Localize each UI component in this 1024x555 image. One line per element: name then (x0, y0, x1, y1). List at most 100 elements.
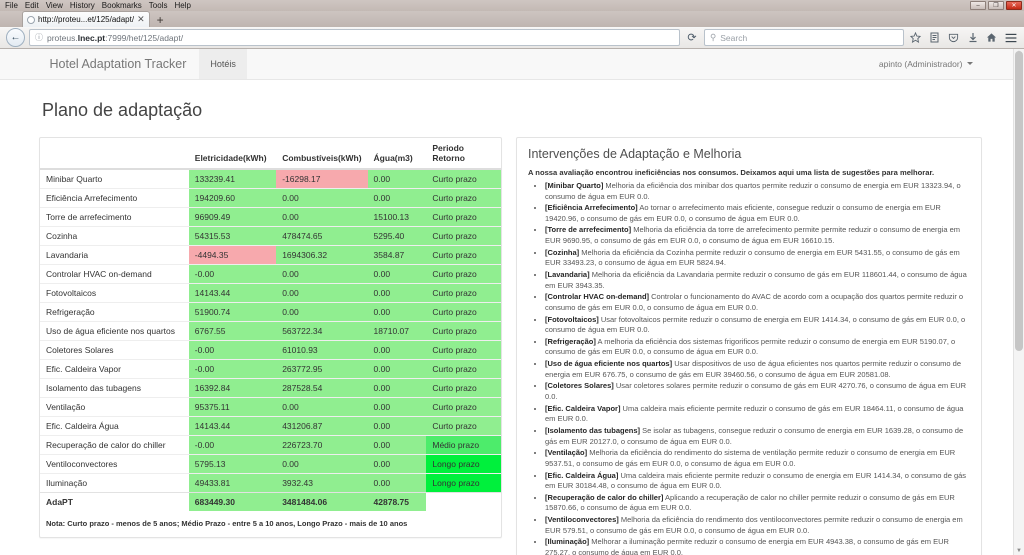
user-menu[interactable]: apinto (Administrador) (879, 49, 977, 79)
pocket-icon[interactable] (946, 30, 961, 46)
home-icon[interactable] (984, 30, 999, 46)
cell-measure-name: Ventiloconvectores (40, 453, 189, 474)
suggestion-item: [Uso de água eficiente nos quartos] Usar… (545, 359, 970, 380)
url-suffix: :7999/het/125/adapt/ (105, 32, 184, 43)
suggestions-heading: Intervenções de Adaptação e Melhoria (528, 146, 742, 161)
cell-combustiveis: 0.00 (276, 453, 368, 474)
cell-measure-name: Torre de arrefecimento (40, 206, 189, 227)
cell-periodo-retorno: Curto prazo (426, 358, 501, 379)
page-scrollbar[interactable]: ▲ ▼ (1013, 48, 1024, 555)
suggestion-tag: [Lavandaria] (545, 269, 590, 279)
cell-eletricidade: 14143.44 (188, 282, 277, 303)
page-favicon-icon (27, 15, 35, 24)
suggestion-item: [Coletores Solares] Usar coletores solar… (545, 381, 970, 402)
cell-agua: 0.00 (367, 453, 427, 474)
app-brand[interactable]: Hotel Adaptation Tracker (37, 49, 200, 79)
menu-view[interactable]: View (46, 0, 63, 11)
cell-measure-name: Efic. Caldeira Vapor (40, 358, 189, 379)
suggestion-item: [Fotovoltaicos] Usar fotovoltaicos permi… (545, 315, 970, 336)
suggestion-item: [Refrigeração] A melhoria da eficiência … (545, 337, 970, 358)
adaptation-table: Eletricidade(kWh) Combustíveis(kWh) Água… (40, 137, 501, 511)
column-header-agua: Água(m3) (367, 137, 427, 170)
cell-periodo-retorno: Curto prazo (426, 206, 501, 227)
table-row: Ventiloconvectores 5795.13 0.00 0.00 Longo p… (40, 453, 501, 474)
menu-edit[interactable]: Edit (25, 0, 39, 11)
cell-periodo-retorno: Curto prazo (426, 282, 501, 303)
table-header-row: Eletricidade(kWh) Combustíveis(kWh) Água… (40, 137, 501, 170)
cell-combustiveis: 3932.43 (276, 472, 368, 493)
cell-combustiveis: 1694306.32 (276, 244, 368, 265)
menu-history[interactable]: History (70, 0, 95, 11)
page-viewport: Hotel Adaptation Tracker Hotéis apinto (… (0, 48, 1024, 555)
tab-title: http://proteu...et/125/adapt/ (38, 15, 135, 24)
table-row: Cozinha 54315.53 478474.65 5295.40 Curto pra… (40, 225, 501, 246)
cell-combustiveis: 0.00 (276, 206, 368, 227)
cell-periodo-retorno: Curto prazo (426, 320, 501, 341)
site-identity-icon[interactable]: ⓘ (35, 32, 43, 43)
search-placeholder: Search (720, 32, 748, 43)
cell-measure-name: Ventilação (40, 396, 189, 417)
downloads-icon[interactable] (965, 30, 980, 46)
cell-periodo-retorno: Curto prazo (426, 377, 501, 398)
cell-combustiveis: 61010.93 (276, 339, 368, 360)
suggestion-text: Usar fotovoltaicos permite reduzir o con… (545, 314, 966, 335)
url-bar[interactable]: ⓘ proteus.lnec.pt:7999/het/125/adapt/ (29, 29, 680, 47)
table-row: Uso de água eficiente nos quartos 6767.55… (40, 320, 501, 341)
reader-mode-icon[interactable] (927, 30, 942, 46)
suggestion-tag: [Uso de água eficiente nos quartos] (545, 359, 673, 369)
search-bar[interactable]: ⚲ Search (704, 29, 904, 47)
cell-eletricidade: 96909.49 (188, 206, 277, 227)
cell-eletricidade: 6767.55 (188, 320, 277, 341)
cell-agua: 18710.07 (367, 320, 427, 341)
suggestion-tag: [Eficiência Arrefecimento] (545, 203, 638, 213)
minimize-button[interactable]: – (970, 1, 986, 10)
suggestion-tag: [Efic. Caldeira Vapor] (545, 403, 621, 413)
suggestion-item: [Eficiência Arrefecimento] Ao tornar o a… (545, 203, 970, 224)
browser-tab[interactable]: http://proteu...et/125/adapt/ ✕ (22, 11, 150, 27)
menu-file[interactable]: File (5, 0, 18, 11)
cell-agua: 0.00 (367, 168, 427, 189)
table-row: Recuperação de calor do chiller -0.00 2267… (40, 434, 501, 455)
close-button[interactable]: ✕ (1006, 1, 1022, 10)
back-button[interactable]: ← (6, 28, 25, 48)
chevron-down-icon (966, 62, 973, 66)
suggestion-text: Melhoria da eficiência do rendimento do … (545, 448, 956, 468)
cell-agua: 0.00 (367, 282, 427, 303)
cell-measure-name: Coletores Solares (40, 339, 189, 360)
cell-agua: 3584.87 (367, 244, 427, 265)
close-icon: ✕ (1011, 2, 1017, 9)
menu-tools[interactable]: Tools (149, 0, 168, 11)
maximize-button[interactable]: ❐ (988, 1, 1004, 10)
nav-tab-hoteis[interactable]: Hotéis (199, 48, 247, 79)
table-row: Isolamento das tubagens 16392.84 287528.54… (40, 377, 501, 398)
table-row: Efic. Caldeira Água 14143.44 431206.87 0.00… (40, 415, 501, 436)
menu-icon[interactable] (1003, 30, 1018, 46)
tab-close-icon[interactable]: ✕ (137, 14, 145, 25)
table-total-row: AdaPT 683449.30 3481484.06 42878.75 (40, 491, 501, 511)
cell-combustiveis: 431206.87 (276, 415, 368, 436)
cell-eletricidade: -0.00 (188, 263, 277, 284)
suggestion-item: [Recuperação de calor do chiller] Aplica… (545, 493, 970, 514)
new-tab-button[interactable]: + (150, 13, 171, 27)
menu-bar[interactable]: File Edit View History Bookmarks Tools H… (0, 0, 191, 11)
cell-periodo-retorno: Curto prazo (426, 301, 501, 322)
table-row: Torre de arrefecimento 96909.49 0.00 15100.… (40, 206, 501, 227)
reload-button[interactable]: ⟳ (684, 30, 700, 46)
menu-help[interactable]: Help (174, 0, 190, 11)
scrollbar-thumb[interactable] (1015, 50, 1023, 351)
cell-measure-name: Iluminação (40, 472, 189, 493)
bookmark-star-icon[interactable] (908, 30, 923, 46)
cell-agua: 0.00 (367, 339, 427, 360)
cell-agua: 0.00 (367, 187, 427, 208)
browser-window: File Edit View History Bookmarks Tools H… (0, 0, 1024, 555)
cell-combustiveis: 0.00 (276, 282, 368, 303)
scroll-down-arrow-icon[interactable]: ▼ (1014, 548, 1024, 554)
table-row: Controlar HVAC on-demand -0.00 0.00 0.00 Cur… (40, 263, 501, 284)
cell-combustiveis: 0.00 (276, 396, 368, 417)
maximize-icon: ❐ (993, 2, 999, 9)
cell-combustiveis: 226723.70 (276, 434, 368, 455)
cell-periodo-retorno: Curto prazo (426, 263, 501, 284)
cell-agua: 0.00 (367, 415, 427, 436)
cell-periodo-retorno: Curto prazo (426, 225, 501, 246)
menu-bookmarks[interactable]: Bookmarks (102, 0, 142, 11)
